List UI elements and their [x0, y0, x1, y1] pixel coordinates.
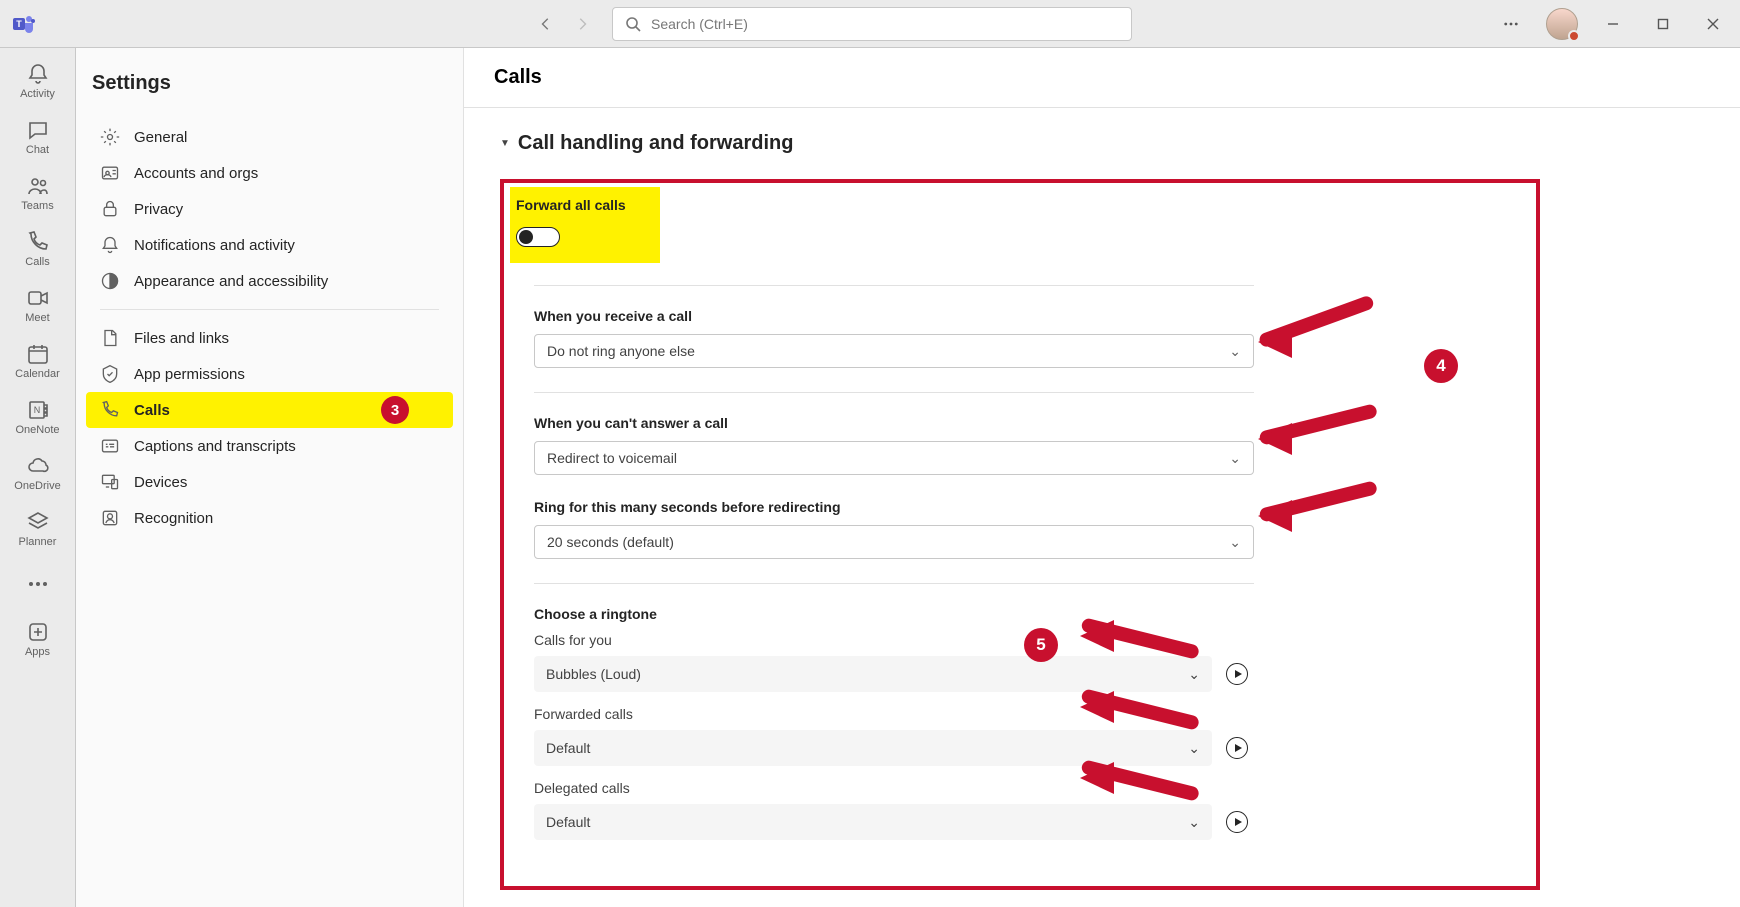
search-icon: [625, 16, 641, 32]
nav-forward-button[interactable]: [566, 8, 598, 40]
window-maximize-button[interactable]: [1640, 0, 1686, 48]
main-content: Calls ▼Call handling and forwarding Forw…: [464, 48, 1740, 907]
receive-call-select[interactable]: Do not ring anyone else ⌄: [534, 334, 1254, 368]
window-close-button[interactable]: [1690, 0, 1736, 48]
settings-general[interactable]: General: [86, 119, 453, 155]
ringtone-header: Choose a ringtone: [534, 606, 1530, 622]
rail-chat[interactable]: Chat: [8, 112, 68, 162]
rail-activity[interactable]: Activity: [8, 56, 68, 106]
rail-teams[interactable]: Teams: [8, 168, 68, 218]
settings-notifications[interactable]: Notifications and activity: [86, 227, 453, 263]
settings-accounts[interactable]: Accounts and orgs: [86, 155, 453, 191]
settings-privacy[interactable]: Privacy: [86, 191, 453, 227]
settings-captions[interactable]: Captions and transcripts: [86, 428, 453, 464]
search-placeholder: Search (Ctrl+E): [651, 16, 748, 32]
rail-calls[interactable]: Calls: [8, 224, 68, 274]
delegated-calls-select[interactable]: Default ⌄: [534, 804, 1212, 840]
window-minimize-button[interactable]: [1590, 0, 1636, 48]
forward-all-calls-toggle[interactable]: [516, 227, 560, 247]
settings-calls[interactable]: Calls 3: [86, 392, 453, 428]
settings-title: Settings: [86, 72, 453, 119]
rail-onenote[interactable]: NOneNote: [8, 392, 68, 442]
app-rail: Activity Chat Teams Calls Meet Calendar …: [0, 48, 76, 907]
caret-down-icon: ▼: [500, 138, 510, 149]
page-title: Calls: [494, 66, 542, 89]
settings-recognition[interactable]: Recognition: [86, 500, 453, 536]
settings-files[interactable]: Files and links: [86, 320, 453, 356]
calls-for-you-select[interactable]: Bubbles (Loud) ⌄: [534, 656, 1212, 692]
annotation-highlight-box: Forward all calls When you receive a cal…: [500, 179, 1540, 890]
nav-back-button[interactable]: [530, 8, 562, 40]
rail-more[interactable]: [8, 566, 68, 602]
cant-answer-label: When you can't answer a call: [534, 415, 1530, 431]
section-header[interactable]: ▼Call handling and forwarding: [500, 132, 1740, 155]
chevron-down-icon: ⌄: [1229, 450, 1241, 467]
search-input[interactable]: Search (Ctrl+E): [612, 7, 1132, 41]
ring-duration-select[interactable]: 20 seconds (default) ⌄: [534, 525, 1254, 559]
chevron-down-icon: ⌄: [1188, 814, 1200, 831]
receive-call-label: When you receive a call: [534, 308, 1530, 324]
rail-apps[interactable]: Apps: [8, 614, 68, 664]
settings-app-permissions[interactable]: App permissions: [86, 356, 453, 392]
more-options-button[interactable]: [1488, 0, 1534, 48]
forward-all-calls-label: Forward all calls: [516, 197, 654, 213]
user-avatar[interactable]: [1546, 8, 1578, 40]
rail-onedrive[interactable]: OneDrive: [8, 448, 68, 498]
rail-planner[interactable]: Planner: [8, 504, 68, 554]
teams-app-logo: T: [12, 12, 36, 36]
forwarded-calls-label: Forwarded calls: [534, 706, 1530, 722]
forwarded-calls-select[interactable]: Default ⌄: [534, 730, 1212, 766]
ring-duration-label: Ring for this many seconds before redire…: [534, 499, 1530, 515]
presence-dot: [1568, 30, 1580, 42]
settings-appearance[interactable]: Appearance and accessibility: [86, 263, 453, 299]
cant-answer-select[interactable]: Redirect to voicemail ⌄: [534, 441, 1254, 475]
settings-panel: Settings General Accounts and orgs Priva…: [76, 48, 464, 907]
play-ringtone-button[interactable]: [1226, 811, 1248, 833]
play-ringtone-button[interactable]: [1226, 737, 1248, 759]
rail-meet[interactable]: Meet: [8, 280, 68, 330]
svg-text:T: T: [16, 19, 22, 29]
chevron-down-icon: ⌄: [1188, 666, 1200, 683]
annotation-badge-3: 3: [381, 396, 409, 424]
title-bar: T Search (Ctrl+E): [0, 0, 1740, 48]
annotation-badge-4: 4: [1424, 349, 1458, 383]
delegated-calls-label: Delegated calls: [534, 780, 1530, 796]
chevron-down-icon: ⌄: [1188, 740, 1200, 757]
rail-calendar[interactable]: Calendar: [8, 336, 68, 386]
chevron-down-icon: ⌄: [1229, 343, 1241, 360]
play-ringtone-button[interactable]: [1226, 663, 1248, 685]
annotation-badge-5: 5: [1024, 628, 1058, 662]
settings-devices[interactable]: Devices: [86, 464, 453, 500]
chevron-down-icon: ⌄: [1229, 534, 1241, 551]
svg-text:N: N: [33, 405, 40, 415]
